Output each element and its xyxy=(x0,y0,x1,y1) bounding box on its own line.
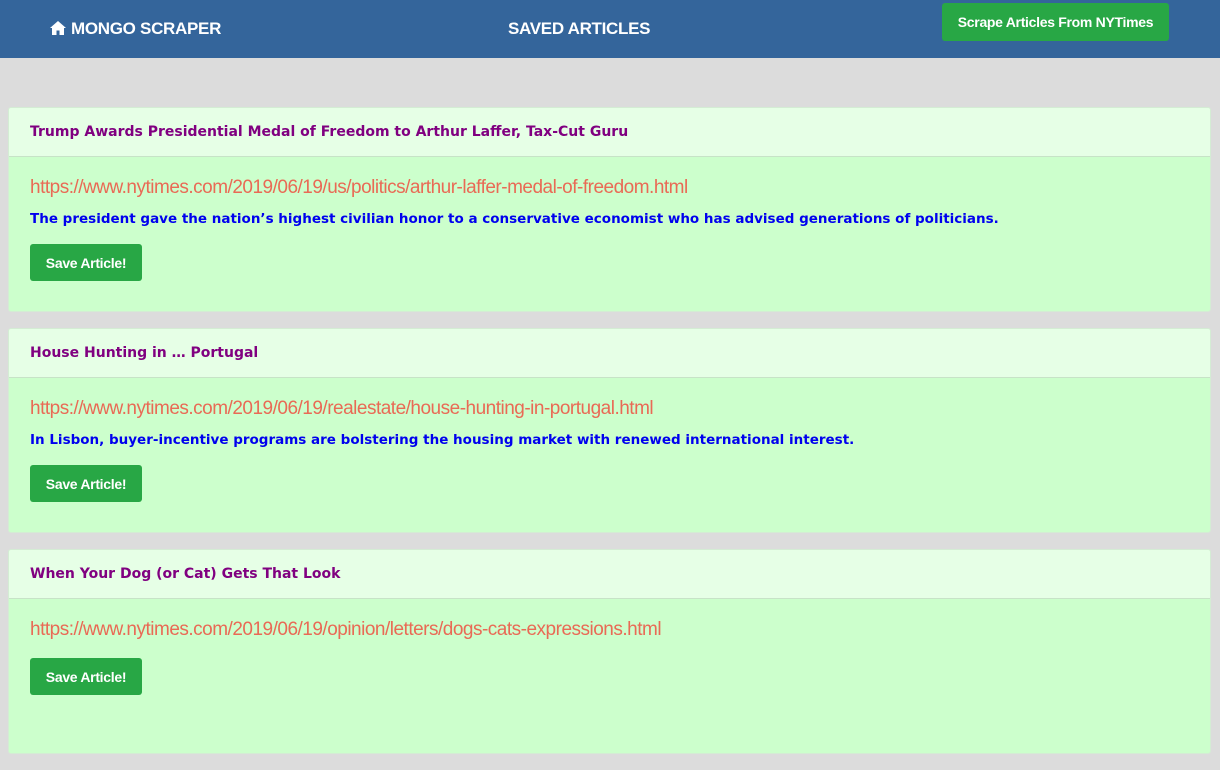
save-article-button[interactable]: Save Article! xyxy=(30,658,142,695)
brand-label: MONGO SCRAPER xyxy=(71,19,222,38)
article-title: When Your Dog (or Cat) Gets That Look xyxy=(9,550,1210,599)
save-article-button[interactable]: Save Article! xyxy=(30,465,142,502)
article-body: https://www.nytimes.com/2019/06/19/us/po… xyxy=(9,157,1210,311)
article-list: Trump Awards Presidential Medal of Freed… xyxy=(8,107,1211,770)
navbar: MONGO SCRAPER SAVED ARTICLES Scrape Arti… xyxy=(0,0,1220,58)
scrape-articles-button[interactable]: Scrape Articles From NYTimes xyxy=(942,3,1169,41)
article-body: https://www.nytimes.com/2019/06/19/opini… xyxy=(9,599,1210,753)
article-link[interactable]: https://www.nytimes.com/2019/06/19/us/po… xyxy=(30,175,1189,200)
article-card: Trump Awards Presidential Medal of Freed… xyxy=(8,107,1211,312)
article-link[interactable]: https://www.nytimes.com/2019/06/19/reale… xyxy=(30,396,1189,421)
brand-link[interactable]: MONGO SCRAPER xyxy=(50,0,221,58)
home-icon xyxy=(50,21,66,36)
article-summary: The president gave the nation’s highest … xyxy=(30,211,999,227)
article-link[interactable]: https://www.nytimes.com/2019/06/19/opini… xyxy=(30,617,1189,642)
article-card: When Your Dog (or Cat) Gets That Look ht… xyxy=(8,549,1211,754)
article-body: https://www.nytimes.com/2019/06/19/reale… xyxy=(9,378,1210,532)
article-title: House Hunting in … Portugal xyxy=(9,329,1210,378)
article-summary: In Lisbon, buyer-incentive programs are … xyxy=(30,432,855,448)
save-article-button[interactable]: Save Article! xyxy=(30,244,142,281)
saved-articles-link[interactable]: SAVED ARTICLES xyxy=(508,0,651,58)
article-card: House Hunting in … Portugal https://www.… xyxy=(8,328,1211,533)
article-title: Trump Awards Presidential Medal of Freed… xyxy=(9,108,1210,157)
